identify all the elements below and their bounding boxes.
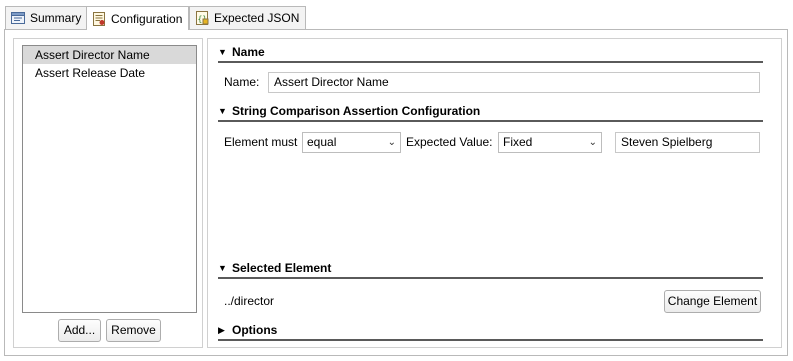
select-value: Fixed: [503, 135, 533, 149]
expand-triangle-icon: ▶: [218, 324, 225, 335]
selected-element-path: ../director: [224, 294, 275, 308]
configuration-page: Assert Director Name Assert Release Date…: [4, 29, 788, 356]
options-section-header[interactable]: ▶ Options: [218, 321, 763, 339]
tab-label: Configuration: [111, 11, 183, 26]
expected-value-mode-select[interactable]: Fixed ⌄: [498, 132, 602, 153]
tab-expected-json[interactable]: {} Expected JSON: [189, 6, 307, 29]
section-title: String Comparison Assertion Configuratio…: [232, 104, 481, 118]
selected-element-section-header[interactable]: ▼ Selected Element: [218, 259, 763, 277]
name-label: Name:: [224, 75, 260, 89]
tab-label: Summary: [30, 11, 82, 25]
element-must-select[interactable]: equal ⌄: [302, 132, 401, 153]
chevron-down-icon: ⌄: [387, 137, 396, 148]
add-assertion-button[interactable]: Add...: [58, 319, 101, 342]
remove-assertion-button[interactable]: Remove: [106, 319, 161, 342]
string-config-section-header[interactable]: ▼ String Comparison Assertion Configurat…: [218, 102, 763, 120]
json-icon: {}: [194, 10, 210, 26]
expected-value-input[interactable]: Steven Spielberg: [615, 132, 760, 153]
list-item[interactable]: Assert Director Name: [23, 46, 196, 64]
name-section-header[interactable]: ▼ Name: [218, 43, 763, 61]
section-divider: [218, 61, 763, 63]
section-divider: [218, 277, 763, 279]
collapse-triangle-icon: ▼: [218, 106, 227, 116]
assertion-list-panel: Assert Director Name Assert Release Date…: [13, 38, 203, 348]
change-element-button[interactable]: Change Element: [664, 290, 761, 313]
section-title: Name: [232, 45, 265, 59]
section-title: Selected Element: [232, 261, 332, 275]
summary-icon: [10, 10, 26, 26]
chevron-down-icon: ⌄: [588, 137, 597, 148]
configuration-icon: [91, 11, 107, 27]
assertion-list[interactable]: Assert Director Name Assert Release Date: [22, 45, 197, 313]
select-value: equal: [307, 135, 337, 149]
assertion-details-panel: ▼ Name Name: Assert Director Name ▼ Stri…: [207, 38, 782, 348]
tab-summary[interactable]: Summary: [5, 6, 89, 29]
section-divider: [218, 339, 763, 341]
tab-configuration[interactable]: Configuration: [86, 6, 190, 30]
list-item[interactable]: Assert Release Date: [23, 64, 196, 82]
collapse-triangle-icon: ▼: [218, 47, 227, 57]
section-divider: [218, 120, 763, 122]
tab-label: Expected JSON: [214, 11, 300, 25]
expected-value-label: Expected Value:: [406, 135, 493, 149]
name-input[interactable]: Assert Director Name: [268, 72, 760, 93]
element-must-label: Element must: [224, 135, 298, 149]
section-title: Options: [232, 323, 278, 337]
collapse-triangle-icon: ▼: [218, 263, 227, 273]
editor-tab-bar: Summary Configuration {} Expected JSON: [4, 6, 789, 30]
